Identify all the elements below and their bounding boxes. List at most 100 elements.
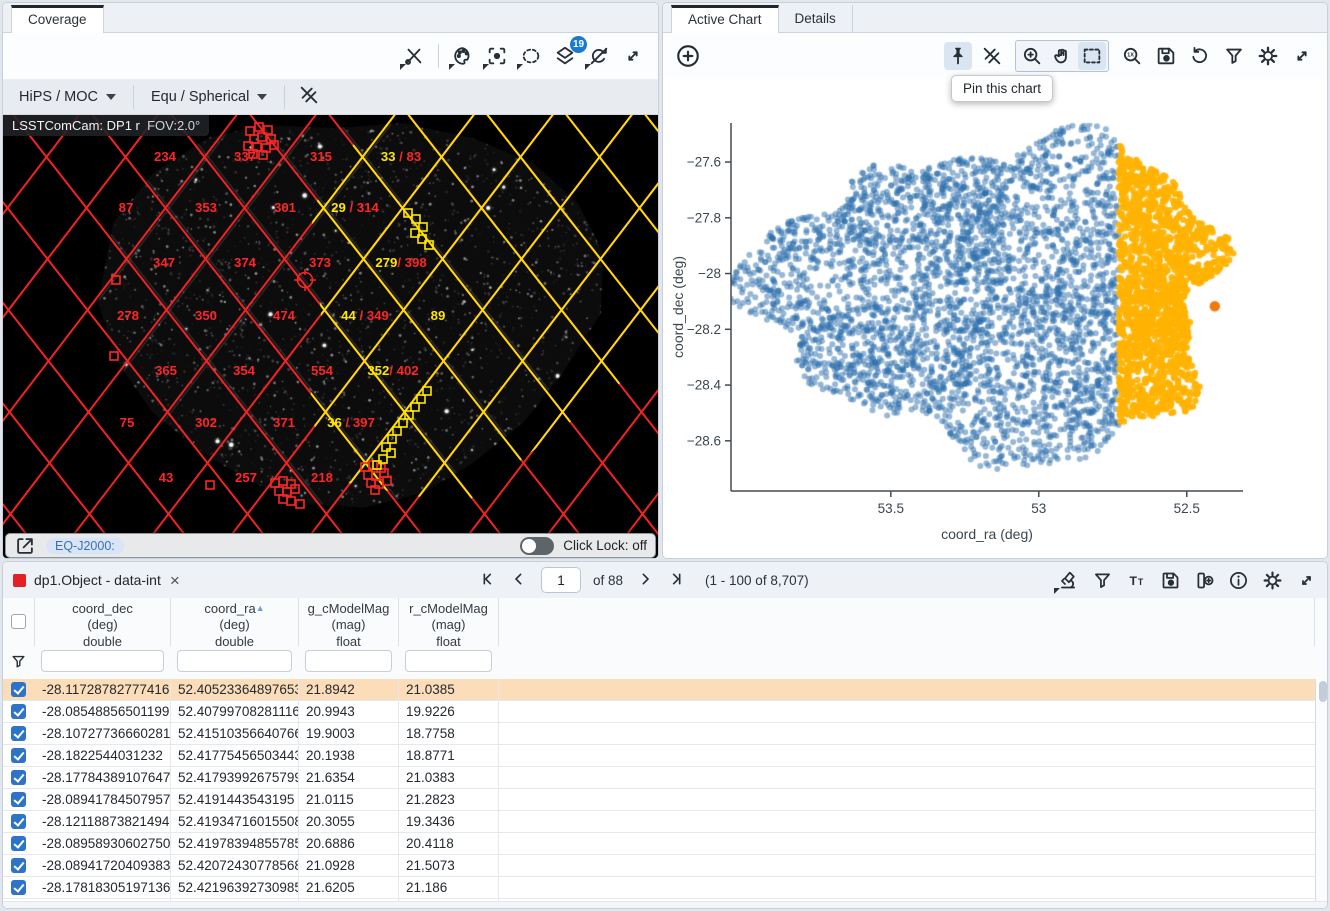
axes-off-icon[interactable] xyxy=(978,42,1006,70)
first-page-button[interactable] xyxy=(475,568,499,592)
pan-icon[interactable] xyxy=(1048,42,1076,70)
lasso-icon[interactable] xyxy=(517,42,545,70)
tab-active-chart[interactable]: Active Chart xyxy=(671,5,779,33)
text-options-icon[interactable]: TT xyxy=(1122,566,1150,594)
zoom-1x-icon[interactable]: 1X xyxy=(1118,42,1146,70)
svg-text:−27.6: −27.6 xyxy=(687,155,721,170)
palette-icon[interactable] xyxy=(449,42,477,70)
row-checkbox[interactable] xyxy=(11,726,26,741)
recenter-icon[interactable] xyxy=(483,42,511,70)
row-checkbox[interactable] xyxy=(11,814,26,829)
tools-icon[interactable] xyxy=(400,42,428,70)
svg-text:−28.4: −28.4 xyxy=(687,378,722,393)
row-checkbox[interactable] xyxy=(11,836,26,851)
save-icon[interactable] xyxy=(1156,566,1184,594)
add-chart-icon[interactable] xyxy=(674,42,702,70)
axes-off-icon[interactable] xyxy=(295,83,323,111)
filter-input-g_cModelMag[interactable] xyxy=(305,650,392,672)
table-row[interactable]: -28.1072773666028152.4151035664076619.90… xyxy=(3,723,1315,745)
filter-input-coord_dec[interactable] xyxy=(41,650,164,672)
scrollbar-thumb[interactable] xyxy=(1319,681,1327,702)
coverage-footer: EQ-J2000: Click Lock: off xyxy=(5,533,656,558)
image-title: LSSTComCam: DP1 r FOV:2.0° xyxy=(3,115,209,136)
layers-icon[interactable]: 19 xyxy=(551,42,579,70)
divider xyxy=(284,85,285,109)
gear-icon[interactable] xyxy=(1258,566,1286,594)
table-row[interactable]: -28.0854885650119952.40799708281116420.9… xyxy=(3,701,1315,723)
zoom-in-icon[interactable] xyxy=(1018,42,1046,70)
coverage-image[interactable]: 23433731533 / 838735330129 / 31434737437… xyxy=(3,115,658,559)
column-header-coord_dec[interactable]: coord_dec(deg)double xyxy=(35,598,171,646)
column-header-r_cModelMag[interactable]: r_cModelMag(mag)float xyxy=(399,598,499,646)
filter-icon[interactable] xyxy=(10,653,27,675)
pin-icon[interactable] xyxy=(944,42,972,70)
table-row[interactable]: -28.1781830519713652.4219639273098521.62… xyxy=(3,877,1315,899)
prev-page-button[interactable] xyxy=(507,568,531,592)
gear-icon[interactable] xyxy=(1254,42,1282,70)
tool-group xyxy=(1015,40,1109,72)
tab-coverage[interactable]: Coverage xyxy=(11,5,104,33)
click-lock-toggle[interactable] xyxy=(520,537,554,555)
add-column-icon[interactable] xyxy=(1190,566,1218,594)
moc-cell-count: 36 / 397 xyxy=(327,415,375,430)
row-checkbox[interactable] xyxy=(11,858,26,873)
table-row[interactable]: -28.182254403123252.41775456503443620.19… xyxy=(3,745,1315,767)
table-row[interactable]: -28.08941784507957452.419144354319521.01… xyxy=(3,789,1315,811)
cell-coord_ra: 52.42196392730985 xyxy=(171,877,299,899)
chart-tabbar: Active Chart Details xyxy=(663,3,1327,33)
last-page-button[interactable] xyxy=(665,568,689,592)
horizontal-scrollbar[interactable] xyxy=(3,901,1327,908)
table-row[interactable]: -28.1211887382149452.4193471601550820.30… xyxy=(3,811,1315,833)
moc-cell-count: 234 xyxy=(154,149,177,164)
row-checkbox[interactable] xyxy=(11,880,26,895)
expand-icon[interactable] xyxy=(1292,566,1320,594)
pin-tooltip: Pin this chart xyxy=(951,75,1053,102)
moc-cell-count: 302 xyxy=(195,415,217,430)
select-area-icon[interactable] xyxy=(1078,42,1106,70)
table-paginator: of 88 (1 - 100 of 8,707) xyxy=(471,562,809,598)
cell-r_cModelMag: 21.0383 xyxy=(399,767,499,789)
readout-coord-pill[interactable]: EQ-J2000: xyxy=(46,538,124,554)
projection-dropdown[interactable]: Equ / Spherical xyxy=(141,89,277,105)
expand-icon[interactable] xyxy=(1288,42,1316,70)
svg-text:−28: −28 xyxy=(698,266,721,281)
filter-input-r_cModelMag[interactable] xyxy=(405,650,492,672)
rotate-off-icon[interactable] xyxy=(585,42,613,70)
restore-icon[interactable] xyxy=(1186,42,1214,70)
hips-moc-label: HiPS / MOC xyxy=(19,89,98,105)
row-checkbox[interactable] xyxy=(11,770,26,785)
divider xyxy=(133,85,134,109)
save-icon[interactable] xyxy=(1152,42,1180,70)
close-icon[interactable]: × xyxy=(170,572,180,589)
table-row[interactable]: -28.08958930602750252.4197839485578520.6… xyxy=(3,833,1315,855)
chart-area[interactable]: −27.6−27.8−28−28.2−28.4−28.653.55352.5co… xyxy=(663,79,1327,559)
page-number-input[interactable] xyxy=(541,567,581,593)
moc-cell-count: 279/ 398 xyxy=(375,255,426,270)
hips-moc-dropdown[interactable]: HiPS / MOC xyxy=(9,89,126,105)
table-row[interactable]: -28.08941720409383852.4207243077856821.0… xyxy=(3,855,1315,877)
filter-icon[interactable] xyxy=(1220,42,1248,70)
expand-icon[interactable] xyxy=(619,42,647,70)
microscope-icon[interactable] xyxy=(1054,566,1082,594)
table-row[interactable]: -28.1172878277741652.4052336489765321.89… xyxy=(3,679,1315,701)
column-header-g_cModelMag[interactable]: g_cModelMag(mag)float xyxy=(299,598,399,646)
row-checkbox[interactable] xyxy=(11,682,26,697)
row-checkbox[interactable] xyxy=(11,704,26,719)
moc-cell-count: 337 xyxy=(234,149,256,164)
info-icon[interactable] xyxy=(1224,566,1252,594)
vertical-scrollbar[interactable] xyxy=(1315,679,1328,902)
row-checkbox[interactable] xyxy=(11,792,26,807)
cell-g_cModelMag: 19.9003 xyxy=(299,723,399,745)
filter-input-coord_ra[interactable] xyxy=(177,650,292,672)
filter-icon[interactable] xyxy=(1088,566,1116,594)
moc-cell-count: 365 xyxy=(155,363,177,378)
open-new-icon[interactable] xyxy=(14,535,36,557)
fov-label: FOV:2.0° xyxy=(147,118,200,133)
next-page-button[interactable] xyxy=(633,568,657,592)
row-checkbox[interactable] xyxy=(11,748,26,763)
table-row[interactable]: -28.17784389107647852.41793992675799521.… xyxy=(3,767,1315,789)
table-color-indicator xyxy=(13,574,26,587)
table-column-headers: coord_dec(deg)doublecoord_ra▲(deg)double… xyxy=(3,598,1327,647)
column-header-coord_ra[interactable]: coord_ra▲(deg)double xyxy=(171,598,299,646)
tab-details[interactable]: Details xyxy=(779,5,853,32)
